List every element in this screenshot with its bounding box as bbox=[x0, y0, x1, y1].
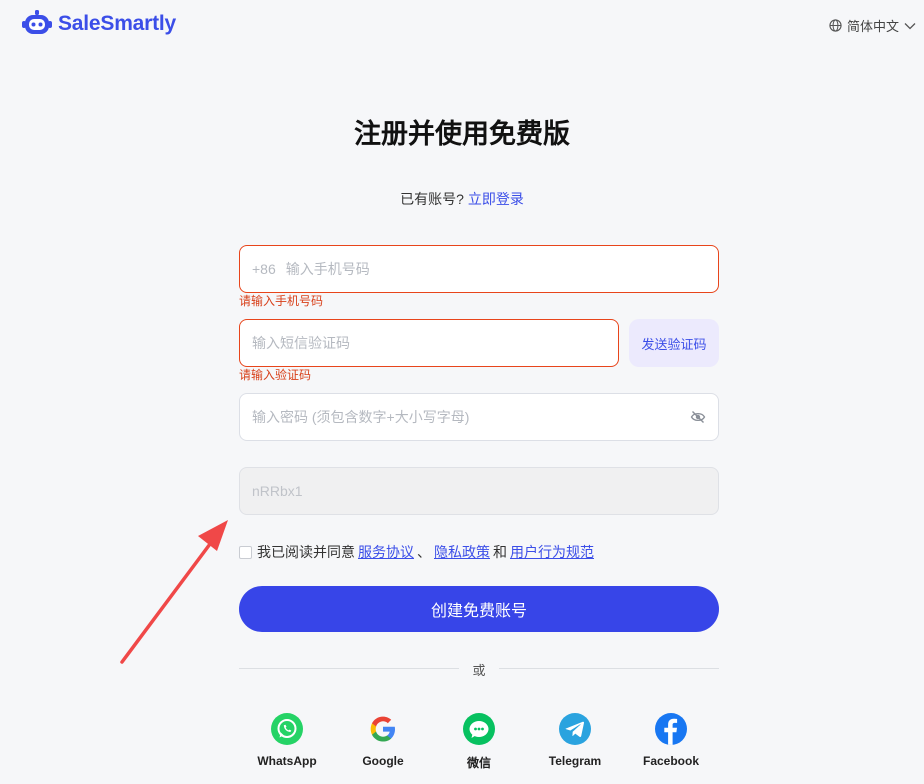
sms-error: 请输入验证码 bbox=[239, 368, 312, 382]
create-account-button[interactable]: 创建免费账号 bbox=[239, 586, 719, 632]
login-link[interactable]: 立即登录 bbox=[468, 191, 524, 207]
robot-logo-icon bbox=[22, 10, 52, 34]
page-title: 注册并使用免费版 bbox=[354, 119, 570, 149]
social-label: Facebook bbox=[642, 754, 699, 768]
agree-checkbox[interactable] bbox=[239, 545, 252, 559]
google-icon bbox=[370, 716, 395, 742]
divider-label: 或 bbox=[472, 663, 486, 678]
social-google[interactable]: Google bbox=[338, 712, 428, 768]
divider-left bbox=[239, 668, 459, 669]
sms-code-input[interactable] bbox=[252, 335, 606, 351]
send-code-button[interactable]: 发送验证码 bbox=[629, 319, 719, 367]
agreement-row: 我已阅读并同意 服务协议 、 隐私政策 和 用户行为规范 bbox=[239, 542, 597, 562]
globe-icon bbox=[829, 19, 842, 32]
password-input[interactable] bbox=[252, 409, 690, 425]
social-label: WhatsApp bbox=[257, 754, 317, 768]
facebook-icon bbox=[655, 713, 687, 745]
brand-logo[interactable]: SaleSmartly bbox=[22, 10, 176, 38]
whatsapp-icon bbox=[271, 713, 303, 745]
phone-error: 请输入手机号码 bbox=[239, 294, 324, 308]
sms-field[interactable] bbox=[239, 319, 619, 367]
eye-off-icon[interactable] bbox=[690, 410, 706, 424]
telegram-icon bbox=[559, 713, 591, 745]
login-prompt: 已有账号? 立即登录 bbox=[0, 189, 924, 209]
phone-input[interactable] bbox=[285, 261, 706, 277]
wechat-icon bbox=[463, 713, 495, 745]
agreement-and: 和 bbox=[493, 544, 507, 560]
brand-name: SaleSmartly bbox=[58, 12, 177, 35]
social-label: 微信 bbox=[466, 756, 491, 770]
captcha-text: nRRbx1 bbox=[252, 483, 303, 499]
login-prompt-text: 已有账号? bbox=[400, 191, 464, 207]
language-label: 简体中文 bbox=[846, 19, 899, 34]
captcha-field[interactable]: nRRbx1 bbox=[239, 467, 719, 515]
social-whatsapp[interactable]: WhatsApp bbox=[242, 712, 332, 768]
privacy-link[interactable]: 隐私政策 bbox=[434, 542, 490, 562]
top-bar: SaleSmartly 简体中文 bbox=[0, 0, 924, 50]
country-code[interactable]: +86 bbox=[252, 261, 276, 277]
divider-right bbox=[499, 668, 719, 669]
social-telegram[interactable]: Telegram bbox=[530, 712, 620, 768]
social-label: Google bbox=[362, 754, 404, 768]
agreement-prefix: 我已阅读并同意 bbox=[257, 544, 355, 560]
conduct-link[interactable]: 用户行为规范 bbox=[510, 542, 594, 562]
social-facebook[interactable]: Facebook bbox=[626, 712, 716, 768]
social-label: Telegram bbox=[548, 754, 602, 768]
social-wechat[interactable]: 微信 bbox=[434, 712, 524, 771]
language-selector[interactable]: 简体中文 bbox=[829, 16, 916, 35]
terms-link[interactable]: 服务协议 bbox=[358, 542, 414, 562]
password-field[interactable] bbox=[239, 393, 719, 441]
chevron-down-icon bbox=[904, 22, 916, 29]
phone-field[interactable]: +86 bbox=[239, 245, 719, 293]
agreement-separator: 、 bbox=[417, 544, 431, 560]
